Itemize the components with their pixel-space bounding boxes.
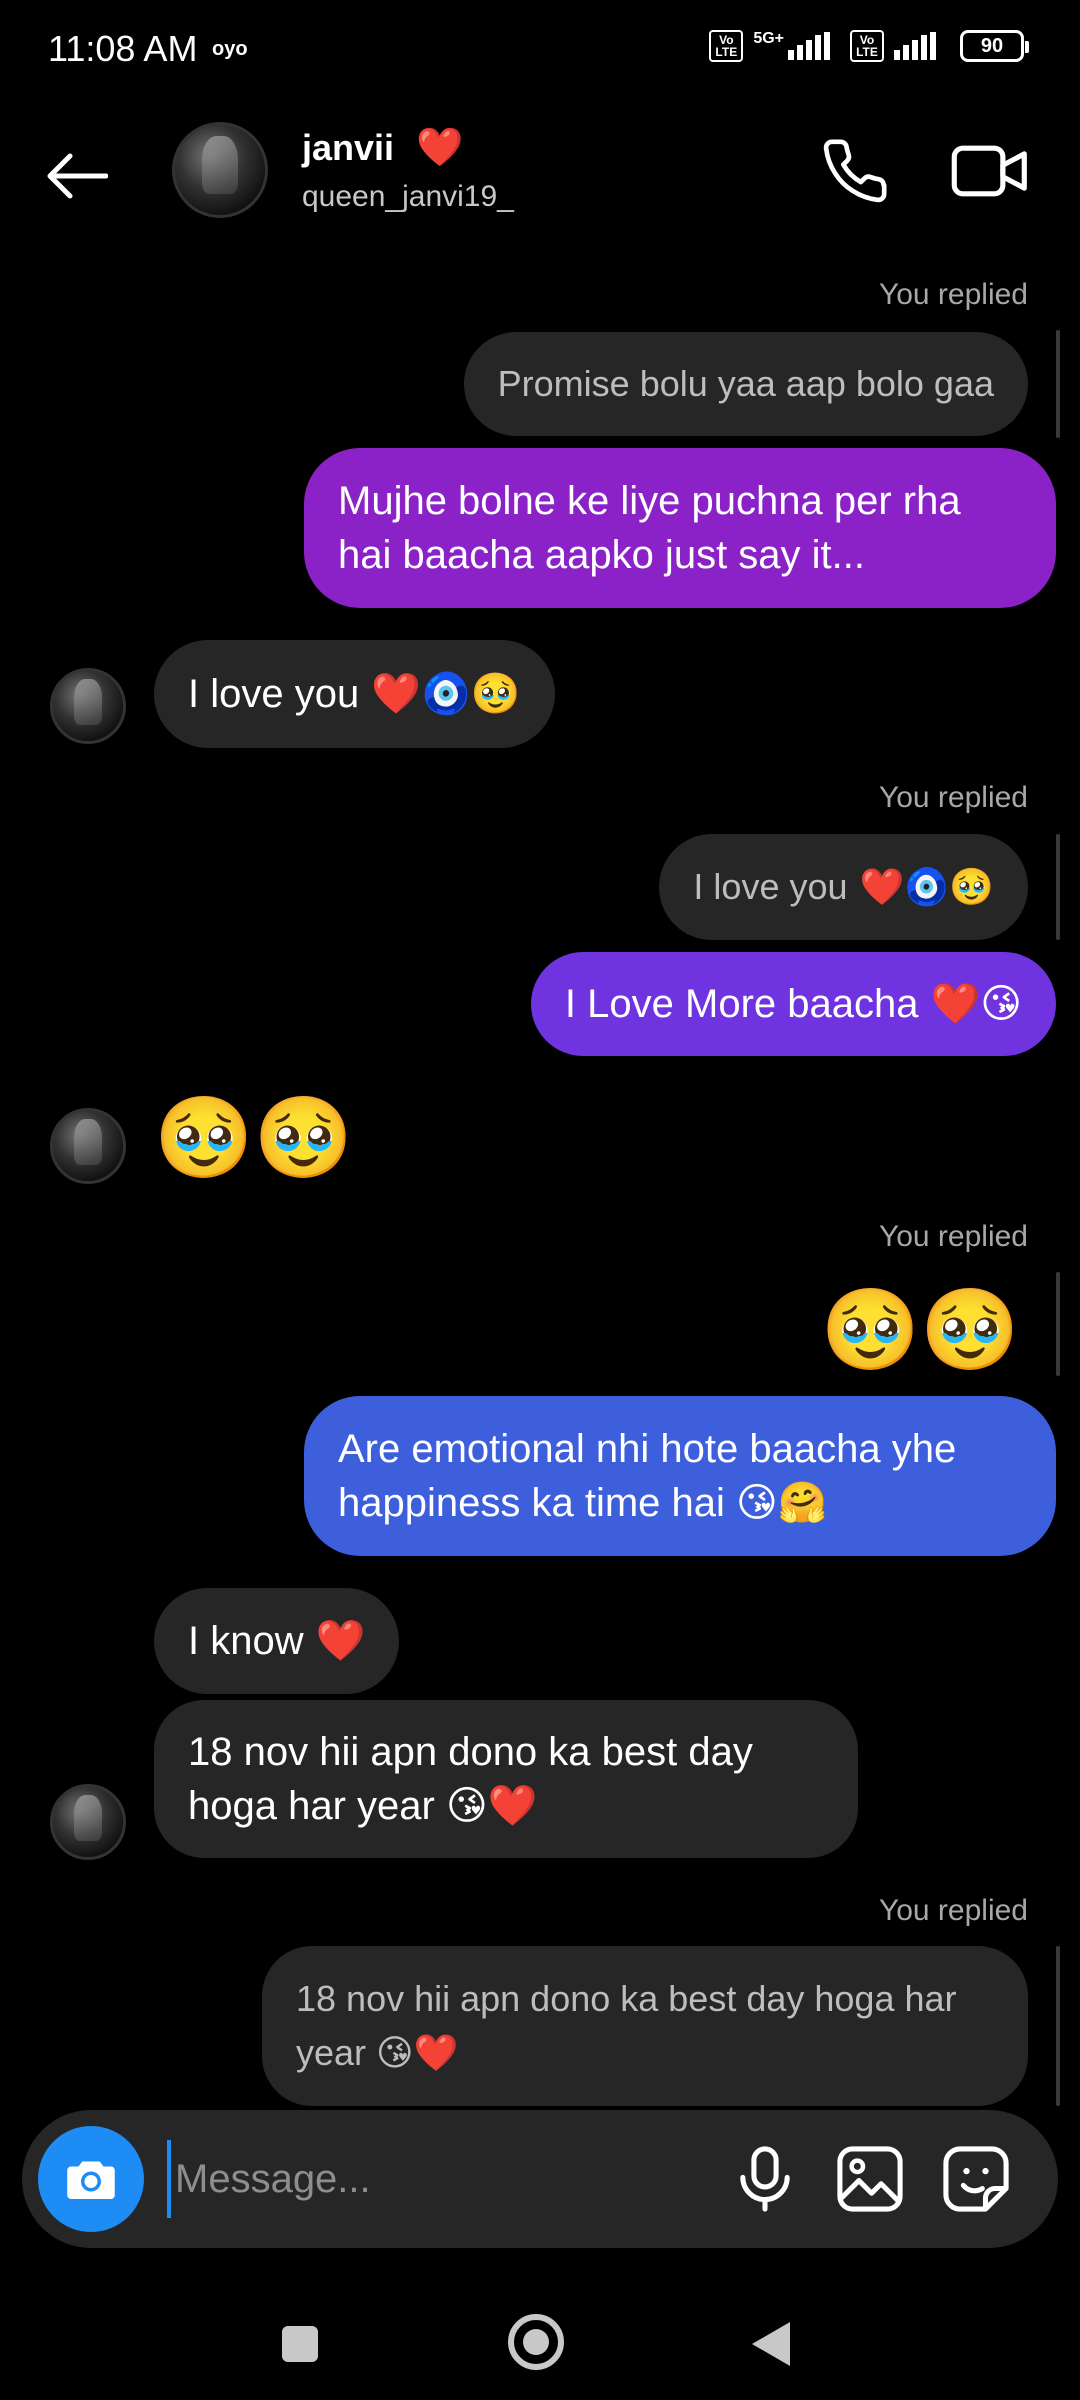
gallery-button[interactable] [832,2140,908,2218]
quoted-message[interactable]: 18 nov hii apn dono ka best day hoga har… [262,1946,1028,2106]
voice-call-button[interactable] [820,136,890,206]
you-replied-label: You replied [878,1894,1028,1927]
quoted-message[interactable]: Promise bolu yaa aap bolo gaa [463,332,1028,436]
signal-icon [788,32,830,60]
you-replied-label: You replied [878,781,1028,814]
back-arrow-icon [47,153,108,199]
battery-icon: 90 [960,30,1029,62]
quoted-emoji-message[interactable]: 🥹🥹 [821,1282,1020,1378]
system-nav-bar [0,2280,1080,2400]
sent-message-text: Are emotional nhi hote baacha yhe happin… [338,1427,957,1525]
voice-message-button[interactable] [727,2140,803,2218]
video-camera-icon [951,145,1027,197]
heart-emoji: ❤️ [416,127,464,169]
message-composer [22,2110,1058,2248]
sent-message[interactable]: Are emotional nhi hote baacha yhe happin… [304,1396,1056,1556]
volte-icon-2: Vo LTE [850,30,884,62]
received-message-text: I love you [188,672,360,716]
message-emoji: 😘❤️ [376,2032,459,2073]
you-replied-label: You replied [878,278,1028,311]
volte-icon: Vo LTE [709,30,744,62]
quoted-message-text: Promise bolu yaa aap bolo gaa [497,363,994,404]
received-message[interactable]: I love you ❤️🧿🥹 [154,640,555,748]
message-input[interactable] [167,2140,707,2218]
received-message[interactable]: 18 nov hii apn dono ka best day hoga har… [154,1700,858,1858]
status-bar: 11:08 AM oyo Vo LTE 5G+ Vo LTE 90 [0,0,1080,100]
message-emoji: 😘🤗 [736,1481,828,1525]
contact-name[interactable]: janvii ❤️ [302,126,463,170]
signal-icon-2 [894,32,936,60]
message-emoji: ❤️ [315,1619,366,1663]
back-button[interactable] [40,140,112,212]
quote-bar [1056,1946,1060,2106]
chat-header: janvii ❤️ queen_janvi19_ [0,110,1080,240]
gallery-icon [837,2146,903,2212]
sender-avatar[interactable] [50,1108,126,1184]
quote-bar [1056,330,1060,438]
sticker-icon [943,2146,1009,2212]
received-message[interactable]: I know ❤️ [154,1588,400,1694]
back-icon[interactable] [752,2322,790,2366]
received-message-text: I know [188,1619,304,1663]
sticker-button[interactable] [938,2140,1014,2218]
sent-message[interactable]: I Love More baacha ❤️😘 [530,952,1056,1056]
received-message-text: 18 nov hii apn dono ka best day hoga har… [188,1730,753,1828]
phone-icon [823,139,887,203]
quoted-message[interactable]: I love you ❤️🧿🥹 [659,834,1028,940]
message-emoji: ❤️😘 [930,982,1022,1026]
you-replied-label: You replied [878,1220,1028,1253]
contact-handle[interactable]: queen_janvi19_ [302,180,514,214]
received-emoji-message[interactable]: 🥹🥹 [154,1090,353,1186]
message-emoji: ❤️🧿🥹 [371,672,521,716]
quoted-message-text: 18 nov hii apn dono ka best day hoga har… [296,1978,957,2073]
sent-message[interactable]: Mujhe bolne ke liye puchna per rha hai b… [304,448,1056,608]
camera-button[interactable] [38,2126,144,2232]
network-type: 5G+ [753,30,784,47]
profile-avatar[interactable] [172,122,268,218]
recent-apps-icon[interactable] [282,2326,318,2362]
sender-avatar[interactable] [50,668,126,744]
status-time: 11:08 AM [48,28,198,69]
sent-message-text: I Love More baacha [564,982,919,1026]
message-emoji: ❤️🧿🥹 [859,866,994,907]
sent-message-text: Mujhe bolne ke liye puchna per rha hai b… [338,479,961,577]
microphone-icon [740,2146,790,2212]
message-emoji: 😘❤️ [445,1784,538,1828]
home-icon[interactable] [508,2314,564,2370]
camera-icon [67,2161,115,2199]
video-call-button[interactable] [950,136,1030,206]
sender-avatar[interactable] [50,1784,126,1860]
contact-name-text: janvii [302,127,395,168]
carrier-icon: oyo [212,38,248,60]
quote-bar [1056,1272,1060,1376]
quoted-message-text: I love you [693,866,848,907]
quote-bar [1056,834,1060,940]
status-icons: Vo LTE 5G+ Vo LTE 90 [709,30,1029,62]
